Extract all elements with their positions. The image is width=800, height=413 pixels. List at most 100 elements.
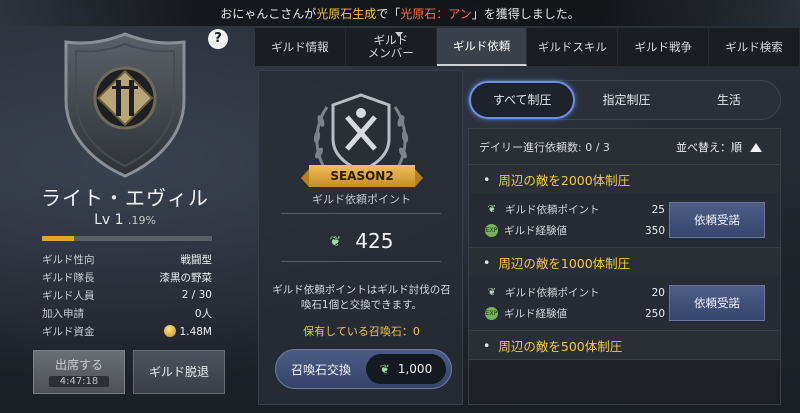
bullet-icon: • xyxy=(483,337,491,353)
quest-rewards: ❦ ギルド依頼ポイント 25 EXP ギルド経験値 350 依頼受諾 xyxy=(469,193,780,247)
tab-guild-members[interactable]: ギルド メンバー xyxy=(346,28,437,66)
list-header: デイリー進行依頼数: 0 / 3 並べ替え：順 xyxy=(469,129,780,165)
funds-value: 1.48M xyxy=(179,325,212,338)
leave-guild-button[interactable]: ギルド脱退 xyxy=(133,350,225,394)
bullet-icon: • xyxy=(483,254,491,270)
reward-value: 250 xyxy=(644,307,665,320)
stat-key: ギルド性向 xyxy=(42,253,95,266)
reward-label: ギルド依頼ポイント xyxy=(505,287,600,299)
request-list: デイリー進行依頼数: 0 / 3 並べ替え：順 • 周辺の敵を2000体制圧 ❦ ギ… xyxy=(468,128,781,405)
notice-mid: で「 xyxy=(376,6,401,21)
owned-label: 保有している召喚石： xyxy=(303,325,413,338)
tab-guild-requests[interactable]: ギルド依頼 xyxy=(436,28,528,66)
filter-life[interactable]: 生活 xyxy=(678,81,780,119)
stat-value-funds: 1.48M xyxy=(163,324,212,338)
notification-bar: おにゃんこさんが 光原石生成 で「 光原石：アン 」を獲得しました。 xyxy=(0,0,800,26)
reward-value: 350 xyxy=(644,224,665,237)
owned-summon-stones: 保有している召喚石：0 xyxy=(259,323,464,339)
stat-key: ギルド資金 xyxy=(42,325,95,338)
guild-crest-icon xyxy=(64,32,186,178)
laurel-icon: ❦ xyxy=(329,234,342,250)
points-value-row: ❦ 425 xyxy=(259,229,464,253)
points-label: ギルド依頼ポイント xyxy=(312,193,411,206)
stat-row-applications: 加入申請 0人 xyxy=(42,304,212,322)
quest-rewards: ❦ ギルド依頼ポイント 20 EXP ギルド経験値 250 依頼受諾 xyxy=(469,276,780,330)
daily-value: 0 / 3 xyxy=(585,140,610,154)
reward-points: ❦ ギルド依頼ポイント 25 xyxy=(485,202,665,217)
quest-title-text: 周辺の敵を1000体制圧 xyxy=(498,255,631,271)
help-icon[interactable]: ? xyxy=(208,29,228,49)
notice-prefix: おにゃんこさんが xyxy=(220,6,317,21)
gold-coin-icon xyxy=(163,324,176,337)
guild-level: Lv 1 .19% xyxy=(0,212,250,228)
notice-highlight: 光原石生成 xyxy=(316,6,377,21)
caret-down-icon xyxy=(395,32,403,37)
request-list-panel: すべて制圧 指定制圧 生活 デイリー進行依頼数: 0 / 3 並べ替え：順 • 周… xyxy=(468,70,790,405)
attend-timer: 4:47:18 xyxy=(49,376,109,387)
sort-button[interactable]: 並べ替え：順 xyxy=(676,139,762,155)
laurel-icon: ❦ xyxy=(487,204,497,215)
divider xyxy=(281,261,441,262)
accept-request-button[interactable]: 依頼受諾 xyxy=(669,285,765,321)
reward-value: 25 xyxy=(651,203,665,216)
filter-all-suppression[interactable]: すべて制圧 xyxy=(469,81,576,119)
sort-triangle-icon xyxy=(750,142,762,152)
reward-label: ギルド経験値 xyxy=(504,225,567,237)
divider xyxy=(281,213,441,214)
laurel-icon: ❦ xyxy=(487,287,497,298)
points-description: ギルド依頼ポイントはギルド討伐の召喚石1個と交換できます。 xyxy=(272,284,451,311)
points-value: 425 xyxy=(355,229,394,253)
guild-xp-bar xyxy=(42,236,212,241)
accept-request-button[interactable]: 依頼受諾 xyxy=(669,202,765,238)
quest-title-text: 周辺の敵を2000体制圧 xyxy=(498,172,631,188)
tab-guild-war[interactable]: ギルド戦争 xyxy=(618,28,710,66)
stat-key: ギルド隊長 xyxy=(42,271,95,284)
quest-title: • 周辺の敵を1000体制圧 xyxy=(469,248,780,276)
attend-button[interactable]: 出席する 4:47:18 xyxy=(33,350,125,394)
reward-exp: EXP ギルド経験値 250 xyxy=(485,306,665,321)
quest-title: • 周辺の敵を500体制圧 xyxy=(469,331,780,359)
quest-title: • 周辺の敵を2000体制圧 xyxy=(469,165,780,193)
tab-guild-info[interactable]: ギルド情報 xyxy=(255,28,346,66)
exchange-cost: ❦ 1,000 xyxy=(366,354,446,384)
tab-guild-skills[interactable]: ギルドスキル xyxy=(527,28,619,66)
reward-exp: EXP ギルド経験値 350 xyxy=(485,223,665,238)
guild-stats: ギルド性向 戦闘型 ギルド隊長 漆黒の野菜 ギルド人員 2 / 30 加入申請 … xyxy=(42,250,212,340)
reward-label: ギルド経験値 xyxy=(504,308,567,320)
filter-specified-suppression[interactable]: 指定制圧 xyxy=(575,81,677,119)
stat-row-members: ギルド人員 2 / 30 xyxy=(42,286,212,304)
guild-xp-fill xyxy=(42,236,75,241)
quest-title-text: 周辺の敵を500体制圧 xyxy=(498,338,623,354)
guild-info-panel: ? ライト・エヴィル Lv 1 .19% ギルド性向 戦闘型 ギルド隊長 漆黒の… xyxy=(0,26,250,413)
daily-label: デイリー進行依頼数: xyxy=(479,140,582,154)
request-filter-tabs: すべて制圧 指定制圧 生活 xyxy=(468,80,781,120)
tab-label: ギルド メンバー xyxy=(367,33,414,60)
exchange-summon-stone-button[interactable]: 召喚石交換 ❦ 1,000 xyxy=(275,349,452,389)
season-badge: SEASON2 xyxy=(301,165,423,187)
reward-label: ギルド依頼ポイント xyxy=(505,204,600,216)
owned-count: 0 xyxy=(412,325,420,338)
guild-name: ライト・エヴィル xyxy=(41,186,209,210)
notice-suffix: 」を獲得しました。 xyxy=(471,6,580,21)
sort-label: 並べ替え：順 xyxy=(676,140,742,154)
exchange-cost-value: 1,000 xyxy=(397,362,433,376)
stat-row-leader: ギルド隊長 漆黒の野菜 xyxy=(42,268,212,286)
reward-points: ❦ ギルド依頼ポイント 20 xyxy=(485,285,665,300)
notice-item: 光原石：アン xyxy=(400,6,472,21)
list-item: • 周辺の敵を500体制圧 xyxy=(469,331,780,360)
reward-value: 20 xyxy=(651,286,665,299)
bullet-icon: • xyxy=(483,171,491,187)
stat-key: ギルド人員 xyxy=(42,289,95,302)
guild-level-percent: .19% xyxy=(127,214,156,227)
tab-guild-search[interactable]: ギルド検索 xyxy=(709,28,800,66)
request-points-panel: SEASON2 ギルド依頼ポイント ❦ 425 ギルド依頼ポイントはギルド討伐の召… xyxy=(258,70,463,405)
guild-tabs: ギルド情報 ギルド メンバー ギルド依頼 ギルドスキル ギルド戦争 ギルド検索 xyxy=(255,28,800,66)
stat-row-funds: ギルド資金 1.48M xyxy=(42,322,212,340)
stat-value: 戦闘型 xyxy=(180,253,213,266)
exchange-label: 召喚石交換 xyxy=(290,362,351,377)
daily-progress: デイリー進行依頼数: 0 / 3 xyxy=(479,139,610,155)
stat-row-tendency: ギルド性向 戦闘型 xyxy=(42,250,212,268)
list-item: • 周辺の敵を1000体制圧 ❦ ギルド依頼ポイント 20 EXP ギルド経験値 250 … xyxy=(469,248,780,331)
guild-level-value: Lv 1 xyxy=(94,212,124,228)
stat-value: 0人 xyxy=(194,307,212,320)
